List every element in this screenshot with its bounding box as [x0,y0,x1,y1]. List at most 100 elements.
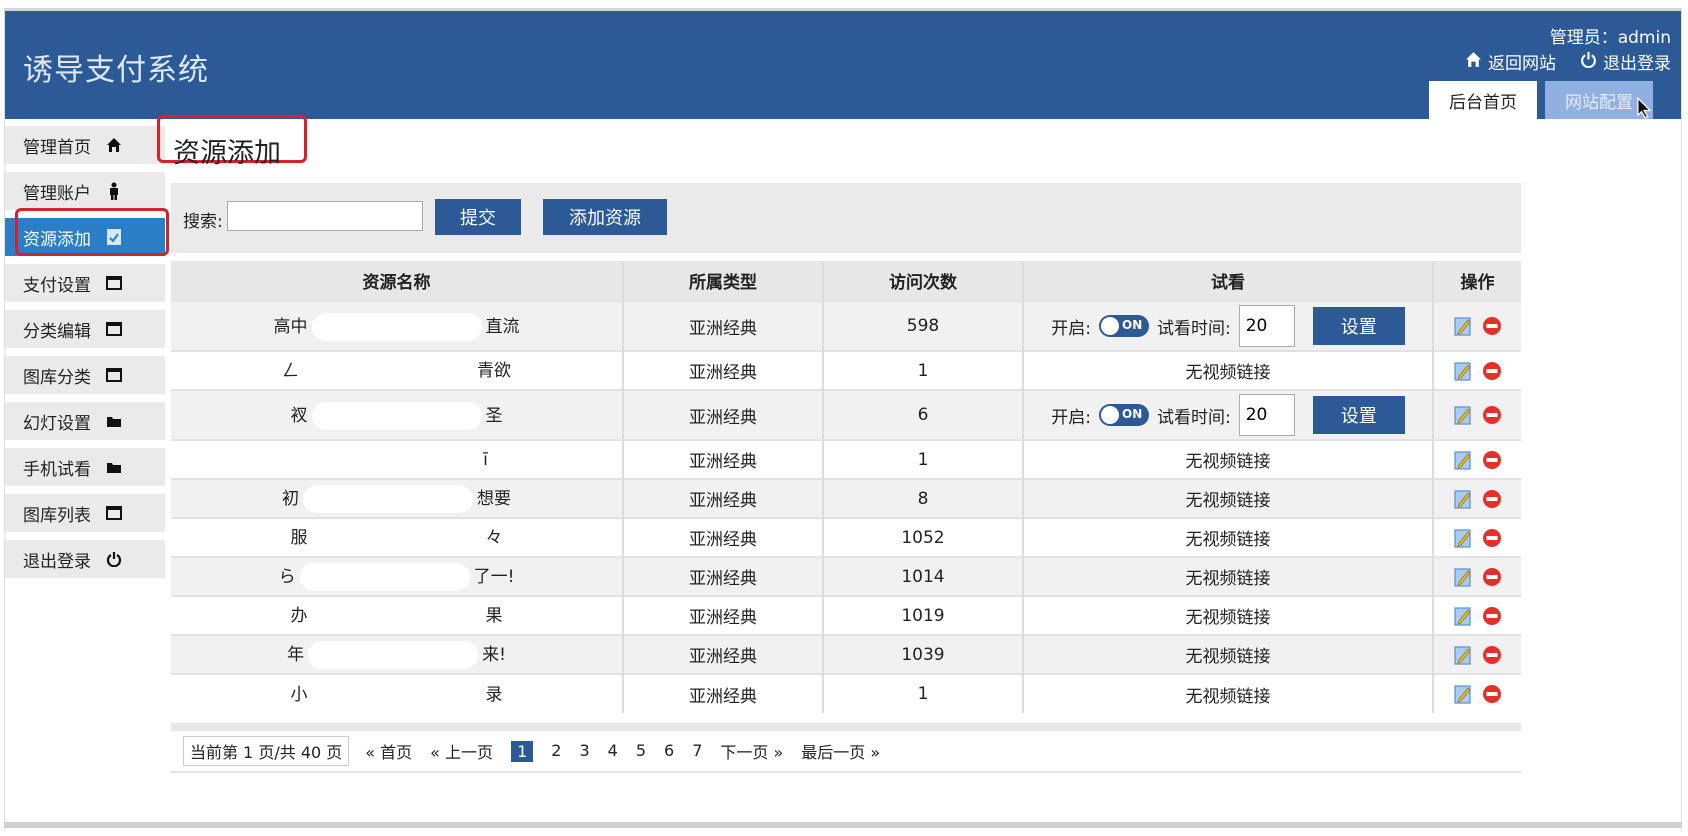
toggle-label: ON [1122,318,1143,332]
edit-icon[interactable] [1453,361,1472,381]
redaction [311,680,482,709]
sidebar-item-category-edit[interactable]: 分类编辑 [5,310,165,348]
trial-time-label: 试看时间: [1157,407,1231,428]
edit-icon[interactable] [1453,567,1472,587]
page-number-link[interactable]: 7 [692,741,702,762]
table-header-row: 资源名称 所属类型 访问次数 试看 操作 [171,261,1521,301]
page-number-link[interactable]: 5 [636,741,646,762]
delete-icon[interactable] [1482,405,1502,425]
page-number-link[interactable]: 6 [664,741,674,762]
sidebar-item-label: 管理首页 [23,137,91,158]
actions-cell [1433,389,1521,440]
resource-name-end: ī [483,449,488,470]
edit-icon[interactable] [1453,405,1472,425]
resource-name-start: 初 [282,489,299,509]
trial-cell: 开启: ON 试看时间: 设置 [1023,389,1434,440]
edit-icon[interactable] [1453,606,1472,626]
submit-button[interactable]: 提交 [435,199,521,235]
prev-page-link[interactable]: « 上一页 [430,739,493,763]
delete-icon[interactable] [1482,645,1502,665]
trial-toggle[interactable]: ON [1099,404,1149,426]
sidebar-item-logout[interactable]: 退出登录 [5,540,165,578]
page-number-link[interactable]: 2 [551,741,561,762]
add-resource-button[interactable]: 添加资源 [543,199,667,235]
redaction [311,401,482,430]
sidebar-item-mobile-trial[interactable]: 手机试看 [5,448,165,486]
page-number-link[interactable]: 1 [511,740,534,762]
resource-name-end: 直流 [485,316,520,337]
redaction [309,445,480,474]
redaction [311,602,482,630]
redaction [303,357,473,385]
logout-link[interactable]: 退出登录 [1580,49,1671,74]
sidebar-item-resource-add[interactable]: 资源添加 [5,218,165,256]
table-row: ī 亚洲经典 1 无视频链接 [171,439,1521,479]
edit-icon[interactable] [1453,316,1472,336]
resource-name-end: 录 [485,684,503,705]
delete-icon[interactable] [1482,567,1502,587]
search-input[interactable] [227,201,423,231]
frame-shadow [4,822,1682,828]
delete-icon[interactable] [1482,450,1502,470]
sidebar-item-accounts[interactable]: 管理账户 [5,172,165,210]
sidebar-item-admin-home[interactable]: 管理首页 [5,126,165,164]
sidebar-item-label: 幻灯设置 [23,413,91,434]
edit-icon[interactable] [1453,450,1472,470]
home-icon [105,136,123,154]
delete-icon[interactable] [1482,606,1502,626]
delete-icon[interactable] [1482,316,1502,336]
resource-name-cell: 高中 直流 [171,300,624,351]
search-bar: 搜索: 提交 添加资源 [171,183,1521,253]
back-to-site-link[interactable]: 返回网站 [1465,49,1556,74]
delete-icon[interactable] [1482,528,1502,548]
delete-icon[interactable] [1482,361,1502,381]
trial-toggle[interactable]: ON [1099,315,1149,337]
first-page-link[interactable]: « 首页 [365,739,412,763]
trial-cell: 无视频链接 [1023,350,1434,390]
actions-cell [1433,439,1521,479]
resource-type-cell: 亚洲经典 [623,300,824,351]
resource-type-cell: 亚洲经典 [623,517,824,557]
page-number-link[interactable]: 3 [579,741,589,762]
window-icon [105,504,123,522]
tab-dashboard[interactable]: 后台首页 [1429,81,1537,119]
sidebar: 管理首页 管理账户 资源添加 支付设置 分类编辑 图库分类 幻灯设置 手机试看 [5,126,165,586]
page-number-link[interactable]: 4 [608,741,618,762]
last-page-link[interactable]: 最后一页 » [801,739,880,763]
column-header-visits: 访问次数 [823,261,1024,301]
trial-cell: 无视频链接 [1023,478,1434,518]
redaction [311,312,482,341]
header-links: 返回网站 退出登录 [1465,49,1671,74]
resource-type-cell: 亚洲经典 [623,350,824,390]
sidebar-item-slideshow[interactable]: 幻灯设置 [5,402,165,440]
table-row: 小录 亚洲经典 1 无视频链接 [171,673,1521,713]
sidebar-item-label: 退出登录 [23,551,91,572]
next-page-link[interactable]: 下一页 » [720,739,783,763]
resource-name-cell: ㄥ 青欲 [171,350,624,390]
user-icon [105,182,123,200]
sidebar-item-gallery-category[interactable]: 图库分类 [5,356,165,394]
resource-name-cell: 服々 [171,517,624,557]
resource-name-start: 高中 [273,316,308,337]
sidebar-item-gallery-list[interactable]: 图库列表 [5,494,165,532]
resource-type-cell: 亚洲经典 [623,478,824,518]
toggle-label: ON [1122,407,1143,421]
delete-icon[interactable] [1482,684,1502,704]
edit-icon[interactable] [1453,528,1472,548]
set-trial-button[interactable]: 设置 [1312,396,1405,434]
sidebar-item-payment-settings[interactable]: 支付设置 [5,264,165,302]
trial-time-input[interactable] [1238,305,1295,347]
actions-cell [1433,556,1521,596]
edit-icon[interactable] [1453,684,1472,704]
trial-time-input[interactable] [1238,394,1295,436]
set-trial-button[interactable]: 设置 [1312,307,1405,345]
resource-name-cell: 衩圣 [171,389,624,440]
delete-icon[interactable] [1482,489,1502,509]
admin-label: 管理员：admin [1549,28,1671,48]
edit-icon[interactable] [1453,645,1472,665]
edit-icon[interactable] [1453,489,1472,509]
browser-frame: 诱导支付系统 管理员：admin 返回网站 退出登录 后台首页 网站配置 管理首… [4,8,1682,830]
resource-name-start: 衩 [290,405,308,426]
resource-name-cell: 初 想要 [171,478,624,518]
resource-type-cell: 亚洲经典 [623,389,824,440]
